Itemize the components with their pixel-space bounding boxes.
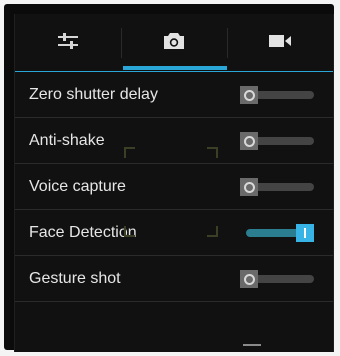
toggle-thumb	[240, 178, 258, 196]
anti-shake-toggle[interactable]	[240, 132, 318, 150]
video-camera-icon	[268, 34, 292, 53]
scroll-indicator	[243, 344, 261, 346]
active-tab-indicator	[123, 66, 227, 70]
tab-video[interactable]	[227, 14, 333, 72]
tab-general-settings[interactable]	[15, 14, 121, 72]
setting-row-gesture-shot[interactable]: Gesture shot	[15, 256, 333, 302]
setting-label: Zero shutter delay	[29, 86, 158, 103]
setting-label: Face Detection	[29, 224, 137, 241]
face-detection-toggle[interactable]	[240, 224, 318, 242]
setting-row-face-detection[interactable]: Face Detection	[15, 210, 333, 256]
sliders-icon	[57, 32, 79, 54]
tab-bar	[15, 14, 333, 72]
tab-camera[interactable]	[121, 14, 227, 72]
toggle-thumb	[296, 224, 314, 242]
toggle-thumb	[240, 270, 258, 288]
toggle-thumb	[240, 86, 258, 104]
camera-settings-panel: Zero shutter delay Anti-shake Voice capt…	[14, 14, 334, 352]
setting-row-anti-shake[interactable]: Anti-shake	[15, 118, 333, 164]
gesture-shot-toggle[interactable]	[240, 270, 318, 288]
setting-label: Voice capture	[29, 178, 126, 195]
setting-label: Anti-shake	[29, 132, 105, 149]
zero-shutter-delay-toggle[interactable]	[240, 86, 318, 104]
setting-row-zero-shutter-delay[interactable]: Zero shutter delay	[15, 72, 333, 118]
row-divider	[15, 301, 333, 302]
voice-capture-toggle[interactable]	[240, 178, 318, 196]
setting-row-voice-capture[interactable]: Voice capture	[15, 164, 333, 210]
setting-label: Gesture shot	[29, 270, 121, 287]
toggle-thumb	[240, 132, 258, 150]
camera-icon	[163, 32, 185, 55]
